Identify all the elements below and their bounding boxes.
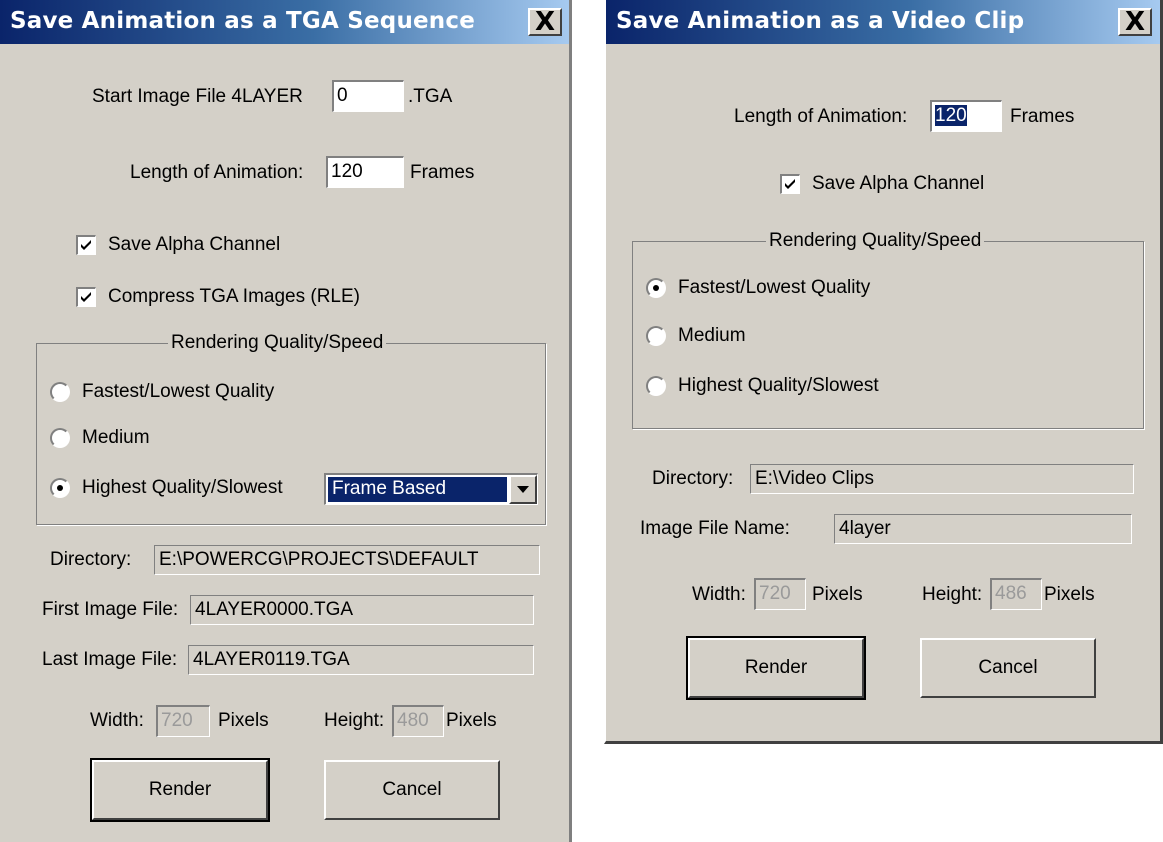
radio-medium-label: Medium (678, 325, 746, 346)
rendering-quality-legend: Rendering Quality/Speed (168, 330, 387, 356)
field-mode-dropdown[interactable]: Frame Based (324, 473, 538, 505)
compress-tga-checkbox[interactable] (76, 287, 96, 307)
last-image-field: 4LAYER0119.TGA (188, 645, 534, 675)
start-image-label: Start Image File 4LAYER (92, 86, 303, 107)
width-field: 720 (156, 705, 210, 737)
width-field: 720 (754, 578, 806, 610)
render-button[interactable]: Render (686, 636, 866, 700)
height-field: 486 (990, 578, 1042, 610)
width-unit: Pixels (812, 584, 863, 605)
directory-field: E:\POWERCG\PROJECTS\DEFAULT (154, 545, 540, 575)
width-unit: Pixels (218, 710, 269, 731)
rendering-quality-legend: Rendering Quality/Speed (766, 228, 985, 254)
close-icon[interactable]: X (528, 8, 562, 36)
length-input[interactable]: 120 (326, 156, 404, 188)
directory-field: E:\Video Clips (750, 464, 1134, 494)
close-icon[interactable]: X (1118, 8, 1152, 36)
height-label: Height: (324, 710, 385, 731)
tga-dialog-titlebar[interactable]: Save Animation as a TGA Sequence X (0, 0, 569, 44)
start-image-suffix: .TGA (408, 86, 453, 107)
render-button[interactable]: Render (90, 758, 270, 822)
length-label: Length of Animation: (734, 106, 908, 127)
dropdown-arrow-icon (517, 486, 529, 493)
video-clip-dialog: Save Animation as a Video Clip X Length … (604, 0, 1163, 744)
radio-highest[interactable] (646, 376, 666, 396)
first-image-label: First Image File: (42, 599, 179, 620)
save-alpha-label: Save Alpha Channel (108, 234, 281, 255)
radio-highest-label: Highest Quality/Slowest (678, 375, 879, 396)
radio-dot-icon (57, 485, 63, 491)
compress-tga-label: Compress TGA Images (RLE) (108, 286, 361, 307)
radio-highest[interactable] (50, 478, 70, 498)
tga-sequence-dialog: Save Animation as a TGA Sequence X Start… (0, 0, 572, 842)
dropdown-arrow-button[interactable] (509, 475, 537, 504)
cancel-button[interactable]: Cancel (324, 760, 500, 820)
checkmark-icon (81, 240, 91, 250)
width-label: Width: (90, 710, 144, 731)
save-alpha-checkbox[interactable] (780, 174, 800, 194)
checkmark-icon (81, 292, 91, 302)
radio-medium-label: Medium (82, 427, 150, 448)
save-alpha-label: Save Alpha Channel (812, 173, 985, 194)
last-image-label: Last Image File: (42, 649, 178, 670)
tga-dialog-title: Save Animation as a TGA Sequence (10, 8, 476, 34)
height-unit: Pixels (1044, 584, 1095, 605)
video-dialog-title: Save Animation as a Video Clip (616, 8, 1025, 34)
checkmark-icon (785, 179, 795, 189)
radio-fastest-label: Fastest/Lowest Quality (82, 381, 275, 402)
directory-label: Directory: (50, 549, 132, 570)
filename-label: Image File Name: (640, 518, 790, 539)
start-image-input[interactable]: 0 (332, 80, 404, 112)
radio-fastest[interactable] (646, 278, 666, 298)
save-alpha-checkbox[interactable] (76, 235, 96, 255)
width-label: Width: (692, 584, 746, 605)
first-image-field: 4LAYER0000.TGA (190, 595, 534, 625)
radio-medium[interactable] (50, 428, 70, 448)
radio-fastest[interactable] (50, 382, 70, 402)
directory-label: Directory: (652, 468, 734, 489)
length-unit: Frames (1010, 106, 1075, 127)
field-mode-selected: Frame Based (328, 477, 507, 502)
cancel-button[interactable]: Cancel (920, 638, 1096, 698)
video-dialog-titlebar[interactable]: Save Animation as a Video Clip X (606, 0, 1160, 44)
radio-fastest-label: Fastest/Lowest Quality (678, 277, 871, 298)
radio-highest-label: Highest Quality/Slowest (82, 477, 283, 498)
height-label: Height: (922, 584, 983, 605)
radio-dot-icon (653, 285, 659, 291)
radio-medium[interactable] (646, 326, 666, 346)
filename-field: 4layer (834, 514, 1132, 544)
height-unit: Pixels (446, 710, 497, 731)
length-label: Length of Animation: (130, 162, 304, 183)
length-input-selected-text: 120 (935, 105, 967, 126)
length-input[interactable]: 120 (930, 100, 1002, 132)
height-field: 480 (392, 705, 444, 737)
length-unit: Frames (410, 162, 475, 183)
